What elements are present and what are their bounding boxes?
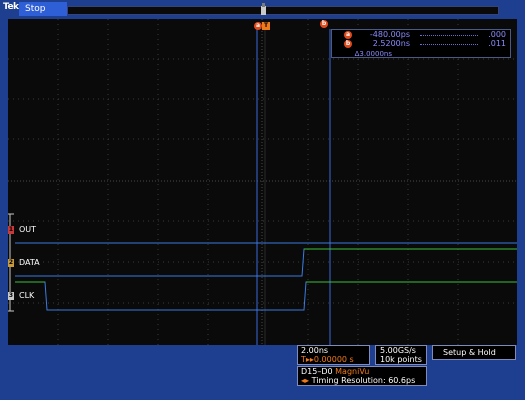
channel-out-tag[interactable]: 1: [8, 226, 14, 234]
record-view-bar[interactable]: [67, 6, 499, 15]
trigger-mode: Setup & Hold: [443, 348, 496, 357]
cursor-b-time: 2.5200ns: [372, 39, 410, 48]
record-length: 10k points: [380, 355, 422, 364]
timing-resolution: Timing Resolution: 60.6ps: [311, 376, 416, 385]
cursor-b-dots: [420, 44, 478, 45]
trigger-position-marker: [262, 3, 265, 7]
waveform-display[interactable]: [8, 19, 517, 345]
record-view-window[interactable]: [261, 6, 266, 15]
cursor-a-time: -480.00ps: [369, 30, 410, 39]
sample-rate: 5.00GS/s: [380, 346, 416, 355]
channel-clk-label: CLK: [19, 291, 35, 300]
cursor-b-tag[interactable]: b: [320, 20, 328, 28]
channel-out-label: OUT: [19, 225, 37, 234]
channel-data-label: DATA: [19, 258, 40, 267]
trigger-position-icon: T▸▸: [301, 355, 314, 364]
brand-label: Tek: [3, 2, 19, 12]
time-per-div: 2.00ns: [301, 346, 329, 355]
run-state-indicator[interactable]: Stop: [19, 2, 67, 16]
trigger-tag[interactable]: T: [262, 22, 270, 30]
magnivu-mode: MagniVu: [335, 367, 370, 376]
magnivu-icon: ◂▸: [301, 376, 310, 385]
cursor-delta-time: Δ3.0000ns: [354, 50, 392, 58]
timebase-readout[interactable]: 2.00ns T▸▸0.00000 s: [297, 345, 370, 365]
cursor-b-badge: b: [344, 40, 352, 48]
cursor-a-dots: [420, 35, 478, 36]
trigger-readout[interactable]: Setup & Hold: [432, 345, 516, 360]
cursor-a-badge: a: [344, 31, 352, 39]
digital-channels: D15–D0: [301, 367, 333, 376]
graticule: [8, 19, 517, 345]
trigger-position-value: 0.00000 s: [313, 355, 354, 364]
acquisition-readout[interactable]: 5.00GS/s 10k points: [375, 345, 427, 365]
data-trace-low: [15, 248, 517, 277]
cursor-b-end: .011: [488, 39, 506, 48]
cursor-a-tag[interactable]: a: [254, 22, 262, 30]
clk-trace: [15, 281, 517, 311]
cursor-readout-panel: a -480.00ps .000 b 2.5200ns .011 Δ3.0000…: [331, 29, 511, 58]
channel-data-tag[interactable]: 2: [8, 259, 14, 267]
magnivu-readout[interactable]: D15–D0 MagniVu ◂▸ Timing Resolution: 60.…: [297, 366, 427, 386]
channel-clk-tag[interactable]: 3: [8, 292, 14, 300]
cursor-a-end: .000: [488, 30, 506, 39]
